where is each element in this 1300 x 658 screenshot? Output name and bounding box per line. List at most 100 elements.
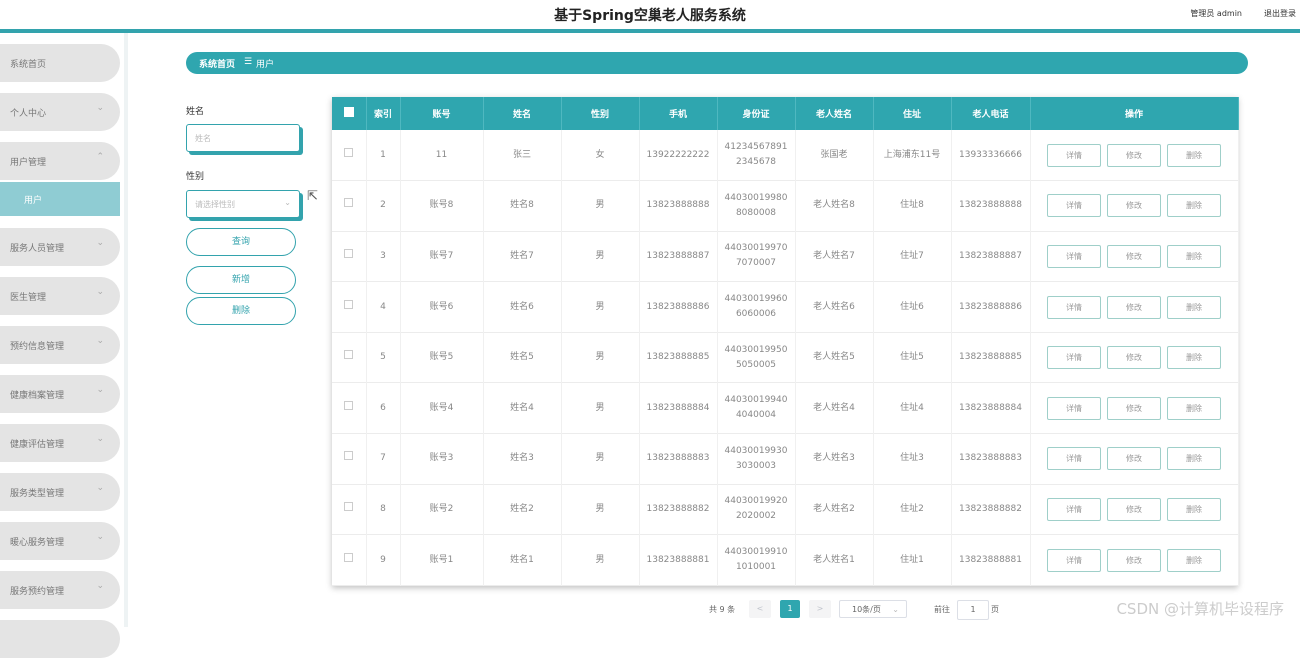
- select-all-checkbox[interactable]: [343, 107, 354, 117]
- detail-button[interactable]: 详情: [1047, 244, 1101, 268]
- sidebar-item-service-booking[interactable]: 服务预约管理 ⌄: [0, 571, 120, 609]
- table-row: 4 账号6 姓名6 男 13823888886 44030019960 6060006 老人姓…: [332, 281, 1239, 333]
- prev-page-button[interactable]: <: [749, 600, 771, 618]
- delete-button[interactable]: 删除: [1167, 396, 1221, 420]
- cell-id-card: 44030019910 1010001: [717, 534, 796, 586]
- cell-phone: 13823888888: [639, 180, 718, 232]
- detail-button[interactable]: 详情: [1047, 447, 1101, 471]
- cell-gender: 男: [561, 433, 640, 485]
- query-button[interactable]: 查询: [186, 228, 296, 256]
- detail-button[interactable]: 详情: [1047, 194, 1101, 218]
- edit-button[interactable]: 修改: [1107, 295, 1161, 319]
- cell-id-card: 44030019920 2020002: [717, 484, 796, 535]
- sidebar-item-health-assessment[interactable]: 健康评估管理 ⌄: [0, 424, 120, 462]
- id-card-line: 2345678: [735, 157, 777, 168]
- detail-button[interactable]: 详情: [1047, 497, 1101, 521]
- cell-elder-phone: 13823888884: [951, 382, 1031, 434]
- sidebar-item-doctor-management[interactable]: 医生管理 ⌄: [0, 277, 120, 315]
- row-checkbox[interactable]: [344, 350, 354, 360]
- row-checkbox[interactable]: [344, 451, 354, 461]
- add-button[interactable]: 新增: [186, 266, 296, 294]
- goto-label: 前往: [934, 605, 950, 614]
- edit-button[interactable]: 修改: [1107, 396, 1161, 420]
- header-accent-bar: [0, 29, 1300, 33]
- sidebar-subitem-user[interactable]: 用户: [0, 182, 120, 216]
- sidebar-item-home[interactable]: 系统首页: [0, 44, 120, 82]
- sidebar-item-health-records[interactable]: 健康档案管理 ⌄: [0, 375, 120, 413]
- edit-button[interactable]: 修改: [1107, 244, 1161, 268]
- id-card-line: 3030003: [735, 460, 777, 471]
- sidebar-item-appointment-info[interactable]: 预约信息管理 ⌄: [0, 326, 120, 364]
- cell-account: 账号8: [400, 180, 484, 232]
- table-row: 8 账号2 姓名2 男 13823888882 44030019920 2020002 老人姓…: [332, 484, 1239, 535]
- detail-button[interactable]: 详情: [1047, 295, 1101, 319]
- row-checkbox-cell[interactable]: [332, 382, 367, 434]
- row-checkbox[interactable]: [344, 501, 354, 511]
- delete-button[interactable]: 删除: [1167, 497, 1221, 521]
- row-checkbox-cell[interactable]: [332, 231, 367, 282]
- cell-elder-name: 老人姓名5: [795, 332, 874, 383]
- chevron-down-icon: ⌄: [96, 287, 104, 297]
- next-page-button[interactable]: >: [809, 600, 831, 618]
- delete-button[interactable]: 删除: [1167, 548, 1221, 572]
- detail-button[interactable]: 详情: [1047, 346, 1101, 370]
- select-all-checkbox-cell[interactable]: [332, 97, 367, 130]
- sidebar-item-more[interactable]: [0, 620, 120, 658]
- edit-button[interactable]: 修改: [1107, 447, 1161, 471]
- name-label: 姓名: [186, 107, 205, 117]
- edit-button[interactable]: 修改: [1107, 346, 1161, 370]
- delete-button[interactable]: 删除: [1167, 244, 1221, 268]
- cell-elder-phone: 13823888887: [951, 231, 1031, 282]
- row-checkbox-cell[interactable]: [332, 332, 367, 383]
- row-checkbox[interactable]: [344, 248, 354, 258]
- logout-link[interactable]: 退出登录: [1264, 8, 1296, 19]
- delete-button[interactable]: 删除: [1167, 346, 1221, 370]
- edit-button[interactable]: 修改: [1107, 548, 1161, 572]
- row-checkbox[interactable]: [344, 400, 354, 410]
- sidebar-item-personal-center[interactable]: 个人中心 ⌄: [0, 93, 120, 131]
- breadcrumb-home[interactable]: 系统首页: [199, 57, 235, 70]
- cell-account: 账号1: [400, 534, 484, 586]
- cell-name: 姓名3: [483, 433, 562, 485]
- column-header: 住址: [873, 97, 952, 130]
- gender-select[interactable]: 请选择性别 ⌄: [186, 190, 300, 218]
- delete-button[interactable]: 删除: [1167, 447, 1221, 471]
- sidebar-item-care-service[interactable]: 暖心服务管理 ⌄: [0, 522, 120, 560]
- breadcrumb-current: 用户: [256, 60, 275, 70]
- page-size-value: 10条/页: [852, 605, 881, 614]
- delete-button[interactable]: 删除: [1167, 194, 1221, 218]
- row-checkbox[interactable]: [344, 198, 354, 208]
- detail-button[interactable]: 详情: [1047, 548, 1101, 572]
- cell-actions: 详情 修改 删除: [1030, 180, 1239, 232]
- delete-button[interactable]: 删除: [1167, 143, 1221, 167]
- row-checkbox-cell[interactable]: [332, 433, 367, 485]
- delete-selected-button[interactable]: 删除: [186, 297, 296, 325]
- delete-button[interactable]: 删除: [1167, 295, 1221, 319]
- goto-page-input[interactable]: 1: [957, 600, 989, 620]
- page-size-select[interactable]: 10条/页 ⌄: [839, 600, 907, 618]
- edit-button[interactable]: 修改: [1107, 143, 1161, 167]
- row-checkbox-cell[interactable]: [332, 281, 367, 333]
- cell-index: 7: [366, 433, 401, 485]
- edit-button[interactable]: 修改: [1107, 194, 1161, 218]
- sidebar-item-user-management[interactable]: 用户管理 ⌃: [0, 142, 120, 180]
- cell-account: 账号6: [400, 281, 484, 333]
- cell-phone: 13823888882: [639, 484, 718, 535]
- column-header: 索引: [366, 97, 401, 130]
- row-checkbox-cell[interactable]: [332, 484, 367, 535]
- row-checkbox-cell[interactable]: [332, 130, 367, 181]
- sidebar-item-label: 服务人员管理: [10, 244, 65, 254]
- row-checkbox[interactable]: [344, 552, 354, 562]
- cell-elder-phone: 13823888882: [951, 484, 1031, 535]
- name-search-input[interactable]: 姓名: [186, 124, 300, 152]
- row-checkbox[interactable]: [344, 299, 354, 309]
- row-checkbox-cell[interactable]: [332, 534, 367, 586]
- sidebar-item-service-type[interactable]: 服务类型管理 ⌄: [0, 473, 120, 511]
- sidebar-item-staff-management[interactable]: 服务人员管理 ⌄: [0, 228, 120, 266]
- row-checkbox-cell[interactable]: [332, 180, 367, 232]
- detail-button[interactable]: 详情: [1047, 143, 1101, 167]
- detail-button[interactable]: 详情: [1047, 396, 1101, 420]
- page-number-button[interactable]: 1: [780, 600, 800, 618]
- edit-button[interactable]: 修改: [1107, 497, 1161, 521]
- row-checkbox[interactable]: [344, 147, 354, 157]
